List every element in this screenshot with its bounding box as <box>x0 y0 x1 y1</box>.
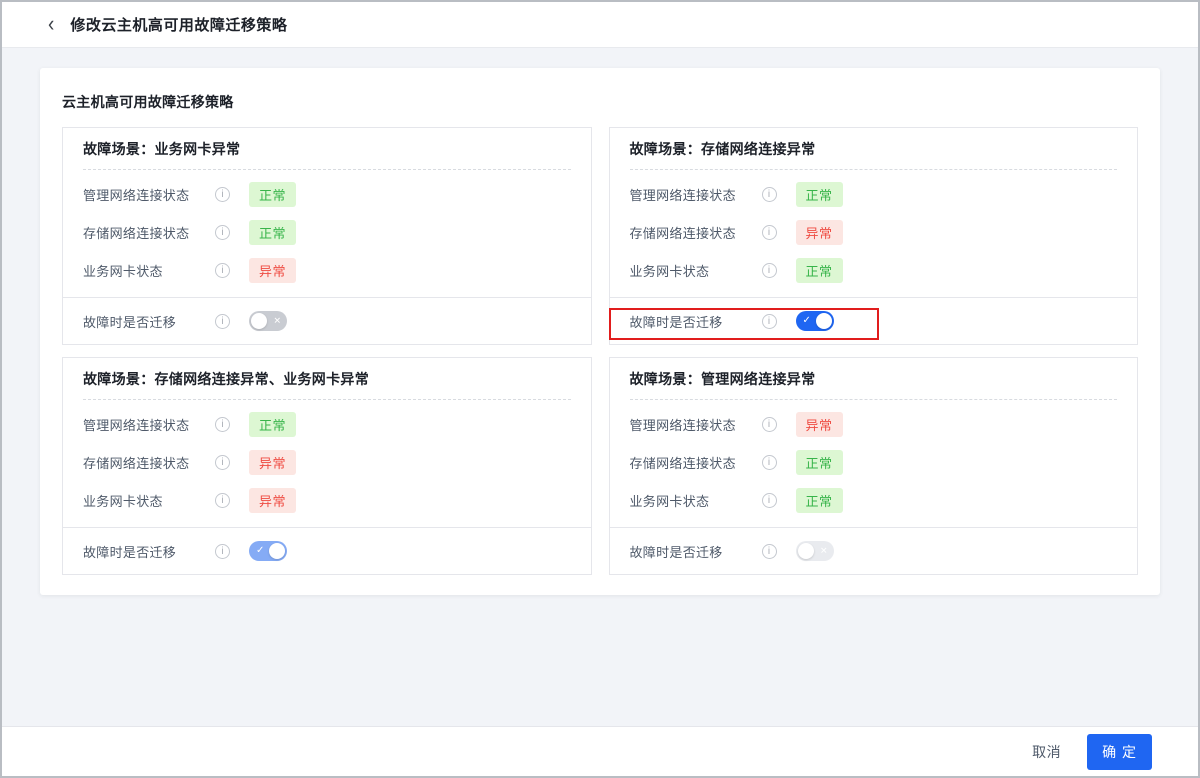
info-icon[interactable]: i <box>215 417 230 432</box>
status-label: 业务网卡状态 <box>630 261 762 280</box>
status-label: 管理网络连接状态 <box>83 185 215 204</box>
page-header: ‹ 修改云主机高可用故障迁移策略 <box>2 2 1198 48</box>
info-icon[interactable]: i <box>215 493 230 508</box>
info-icon[interactable]: i <box>215 225 230 240</box>
info-icon[interactable]: i <box>762 544 777 559</box>
migrate-row: 故障时是否迁移 i ✓ ✕ <box>610 527 1138 574</box>
status-badge: 异常 <box>249 488 296 513</box>
fault-scenario-card-storage-network: 故障场景：存储网络连接异常 管理网络连接状态 i 正常 存储网络连接状态 i 异… <box>609 127 1139 345</box>
status-label: 存储网络连接状态 <box>630 223 762 242</box>
status-label: 业务网卡状态 <box>630 491 762 510</box>
footer-action-bar: 取消 确 定 <box>2 726 1198 776</box>
status-label: 存储网络连接状态 <box>83 223 215 242</box>
migrate-row: 故障时是否迁移 i ✓ ✕ <box>63 297 591 344</box>
status-row: 存储网络连接状态 i 异常 <box>83 443 571 481</box>
status-badge: 异常 <box>796 412 843 437</box>
info-icon[interactable]: i <box>762 263 777 278</box>
migrate-label: 故障时是否迁移 <box>630 312 762 331</box>
status-row: 管理网络连接状态 i 正常 <box>83 175 571 213</box>
main-content: 云主机高可用故障迁移策略 故障场景：业务网卡异常 管理网络连接状态 i 正常 存… <box>2 48 1198 726</box>
status-badge: 异常 <box>796 220 843 245</box>
cross-icon: ✕ <box>820 546 828 555</box>
status-badge: 正常 <box>796 450 843 475</box>
card-scenario-title: 故障场景：存储网络连接异常、业务网卡异常 <box>63 358 591 399</box>
status-row: 存储网络连接状态 i 异常 <box>630 213 1118 251</box>
status-row: 存储网络连接状态 i 正常 <box>83 213 571 251</box>
check-icon: ✓ <box>256 546 264 556</box>
status-row: 管理网络连接状态 i 异常 <box>630 405 1118 443</box>
info-icon[interactable]: i <box>215 187 230 202</box>
card-body: 管理网络连接状态 i 正常 存储网络连接状态 i 正常 业务网卡状态 i <box>63 170 591 297</box>
status-row: 业务网卡状态 i 正常 <box>630 481 1118 519</box>
policy-panel: 云主机高可用故障迁移策略 故障场景：业务网卡异常 管理网络连接状态 i 正常 存… <box>40 68 1160 595</box>
migrate-toggle[interactable]: ✓ ✕ <box>796 541 834 561</box>
toggle-knob <box>251 313 267 329</box>
status-badge: 正常 <box>796 182 843 207</box>
status-label: 管理网络连接状态 <box>630 185 762 204</box>
status-row: 管理网络连接状态 i 正常 <box>630 175 1118 213</box>
status-row: 业务网卡状态 i 异常 <box>83 251 571 289</box>
status-row: 业务网卡状态 i 正常 <box>630 251 1118 289</box>
status-label: 业务网卡状态 <box>83 491 215 510</box>
info-icon[interactable]: i <box>215 455 230 470</box>
migrate-label: 故障时是否迁移 <box>83 312 215 331</box>
status-badge: 正常 <box>796 258 843 283</box>
migrate-toggle[interactable]: ✓ ✕ <box>249 541 287 561</box>
app-window: ‹ 修改云主机高可用故障迁移策略 云主机高可用故障迁移策略 故障场景：业务网卡异… <box>0 0 1200 778</box>
page-title: 修改云主机高可用故障迁移策略 <box>70 14 287 35</box>
status-row: 管理网络连接状态 i 正常 <box>83 405 571 443</box>
card-scenario-title: 故障场景：存储网络连接异常 <box>610 128 1138 169</box>
migrate-label: 故障时是否迁移 <box>83 542 215 561</box>
status-label: 存储网络连接状态 <box>83 453 215 472</box>
status-row: 业务网卡状态 i 异常 <box>83 481 571 519</box>
info-icon[interactable]: i <box>762 417 777 432</box>
status-badge: 异常 <box>249 450 296 475</box>
info-icon[interactable]: i <box>762 493 777 508</box>
fault-scenario-card-storage-and-nic: 故障场景：存储网络连接异常、业务网卡异常 管理网络连接状态 i 正常 存储网络连… <box>62 357 592 575</box>
migrate-row: 故障时是否迁移 i ✓ ✕ <box>610 297 1138 344</box>
card-body: 管理网络连接状态 i 正常 存储网络连接状态 i 异常 业务网卡状态 i <box>610 170 1138 297</box>
check-icon: ✓ <box>803 316 811 326</box>
fault-scenario-card-management-network: 故障场景：管理网络连接异常 管理网络连接状态 i 异常 存储网络连接状态 i 正… <box>609 357 1139 575</box>
status-badge: 正常 <box>249 182 296 207</box>
panel-title: 云主机高可用故障迁移策略 <box>62 92 1138 112</box>
fault-scenario-card-business-nic: 故障场景：业务网卡异常 管理网络连接状态 i 正常 存储网络连接状态 i 正常 <box>62 127 592 345</box>
card-body: 管理网络连接状态 i 异常 存储网络连接状态 i 正常 业务网卡状态 i <box>610 400 1138 527</box>
status-label: 管理网络连接状态 <box>630 415 762 434</box>
toggle-knob <box>798 543 814 559</box>
status-label: 管理网络连接状态 <box>83 415 215 434</box>
info-icon[interactable]: i <box>215 263 230 278</box>
status-label: 业务网卡状态 <box>83 261 215 280</box>
toggle-knob <box>269 543 285 559</box>
info-icon[interactable]: i <box>762 187 777 202</box>
card-body: 管理网络连接状态 i 正常 存储网络连接状态 i 异常 业务网卡状态 i <box>63 400 591 527</box>
info-icon[interactable]: i <box>215 544 230 559</box>
status-badge: 正常 <box>796 488 843 513</box>
migrate-row: 故障时是否迁移 i ✓ ✕ <box>63 527 591 574</box>
migrate-label: 故障时是否迁移 <box>630 542 762 561</box>
card-scenario-title: 故障场景：业务网卡异常 <box>63 128 591 169</box>
info-icon[interactable]: i <box>762 314 777 329</box>
status-row: 存储网络连接状态 i 正常 <box>630 443 1118 481</box>
card-scenario-title: 故障场景：管理网络连接异常 <box>610 358 1138 399</box>
info-icon[interactable]: i <box>215 314 230 329</box>
back-icon[interactable]: ‹ <box>48 14 54 36</box>
status-label: 存储网络连接状态 <box>630 453 762 472</box>
migrate-toggle[interactable]: ✓ ✕ <box>796 311 834 331</box>
status-badge: 正常 <box>249 220 296 245</box>
toggle-knob <box>816 313 832 329</box>
migrate-toggle[interactable]: ✓ ✕ <box>249 311 287 331</box>
scenario-grid: 故障场景：业务网卡异常 管理网络连接状态 i 正常 存储网络连接状态 i 正常 <box>62 127 1138 575</box>
confirm-button[interactable]: 确 定 <box>1087 734 1152 770</box>
cancel-button[interactable]: 取消 <box>1032 742 1061 762</box>
info-icon[interactable]: i <box>762 455 777 470</box>
cross-icon: ✕ <box>273 316 281 325</box>
info-icon[interactable]: i <box>762 225 777 240</box>
status-badge: 异常 <box>249 258 296 283</box>
status-badge: 正常 <box>249 412 296 437</box>
